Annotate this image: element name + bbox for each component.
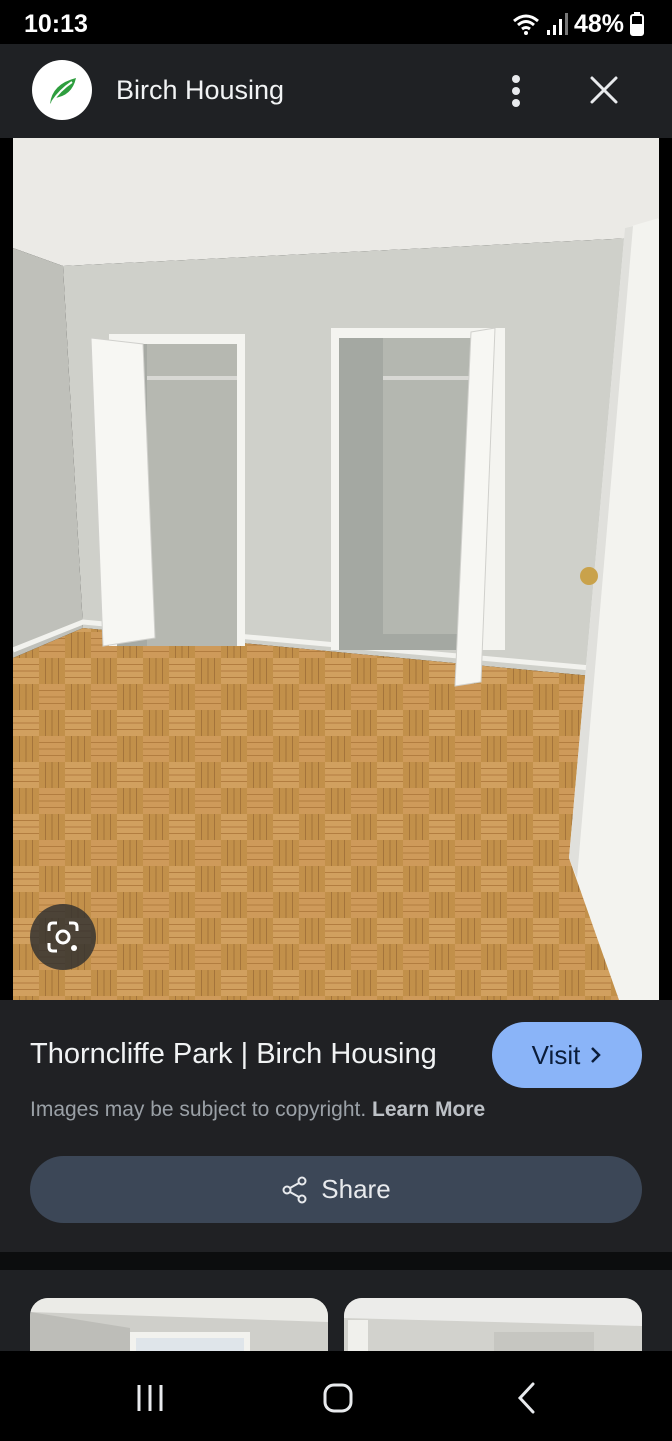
home-button[interactable] [310, 1373, 366, 1423]
lens-search-button[interactable] [30, 904, 96, 970]
copyright-notice: Images may be subject to copyright. Lear… [30, 1098, 485, 1122]
back-icon [517, 1382, 535, 1414]
back-button[interactable] [498, 1373, 554, 1423]
share-icon [282, 1176, 307, 1203]
app-header: Birch Housing [0, 44, 672, 138]
more-options-button[interactable] [496, 68, 536, 114]
related-images [0, 1270, 672, 1351]
related-image-thumbnail[interactable] [344, 1298, 642, 1351]
google-lens-icon [47, 921, 79, 953]
recents-button[interactable] [122, 1373, 178, 1423]
result-title[interactable]: Thorncliffe Park | Birch Housing [30, 1038, 437, 1071]
signal-icon [546, 13, 568, 35]
section-divider [0, 1252, 672, 1270]
close-button[interactable] [580, 66, 628, 114]
battery-percent: 48% [573, 9, 624, 38]
image-viewer [0, 138, 672, 1000]
battery-icon [630, 12, 644, 36]
site-title: Birch Housing [116, 75, 285, 105]
learn-more-link[interactable]: Learn More [372, 1098, 485, 1121]
visit-label: Visit [531, 1039, 581, 1070]
home-icon [323, 1383, 353, 1413]
chevron-right-icon [591, 1047, 602, 1063]
share-button[interactable]: Share [30, 1156, 642, 1223]
share-label: Share [321, 1174, 391, 1204]
status-icons: 48% [512, 10, 644, 38]
room-photo[interactable] [13, 138, 659, 1000]
system-navigation-bar [0, 1351, 672, 1441]
related-image-thumbnail[interactable] [30, 1298, 328, 1351]
close-icon [590, 76, 618, 104]
copyright-text: Images may be subject to copyright. [30, 1098, 367, 1121]
status-time: 10:13 [24, 10, 88, 38]
site-logo[interactable] [32, 60, 92, 120]
wifi-icon [512, 14, 539, 35]
result-info-panel: Thorncliffe Park | Birch Housing Visit I… [0, 1000, 672, 1252]
recents-icon [137, 1385, 163, 1411]
visit-button[interactable]: Visit [492, 1022, 642, 1088]
leaf-logo-icon [50, 78, 76, 104]
status-bar: 10:13 48% [0, 0, 672, 44]
more-vert-icon [512, 75, 520, 107]
